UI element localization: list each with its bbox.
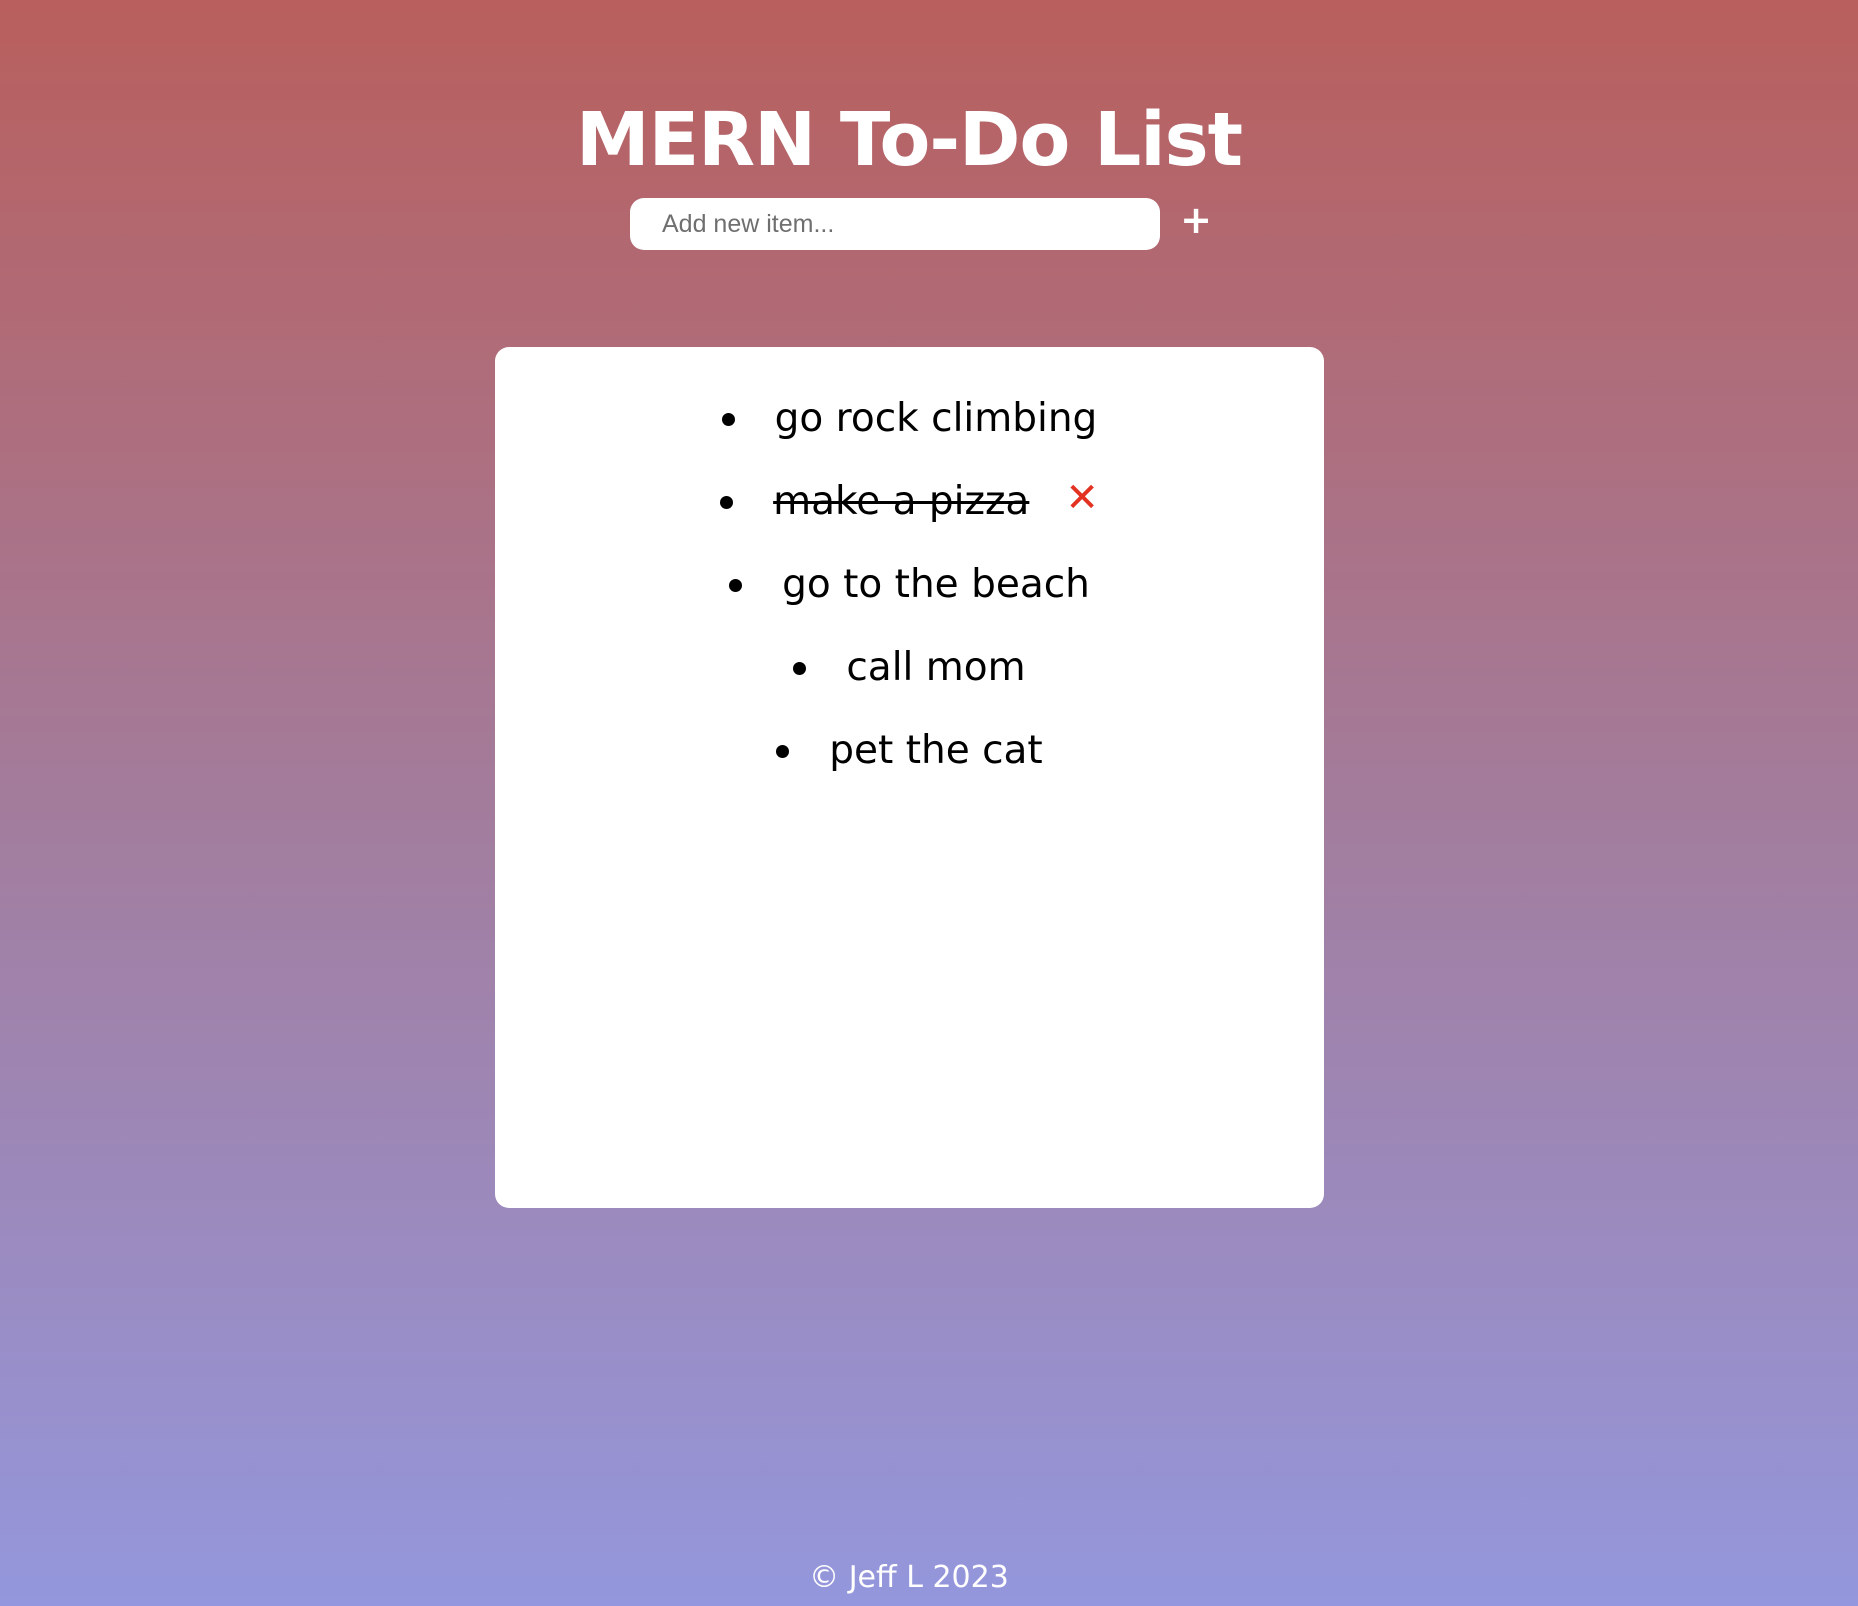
todo-item[interactable]: go rock climbing: [495, 391, 1324, 474]
close-icon[interactable]: ✕: [1065, 474, 1099, 522]
todo-item-text: go rock climbing: [774, 396, 1098, 441]
footer-copyright: © Jeff L 2023: [809, 1560, 1009, 1595]
add-item-button[interactable]: +: [1174, 198, 1218, 242]
todo-card: go rock climbing make a pizza ✕ go to th…: [495, 347, 1324, 1208]
todo-item-text: make a pizza: [773, 479, 1030, 524]
page-title: MERN To-Do List: [575, 96, 1243, 183]
todo-item-text: pet the cat: [829, 728, 1043, 773]
todo-item-text: call mom: [846, 645, 1026, 690]
todo-item[interactable]: call mom: [495, 640, 1324, 723]
bullet-icon: [793, 662, 807, 675]
add-item-form: +: [630, 198, 1230, 254]
todo-item[interactable]: pet the cat: [495, 723, 1324, 806]
bullet-icon: [721, 413, 735, 426]
todo-list: go rock climbing make a pizza ✕ go to th…: [495, 391, 1324, 806]
bullet-icon: [729, 579, 743, 592]
todo-item-text: go to the beach: [782, 562, 1090, 607]
todo-item[interactable]: go to the beach: [495, 557, 1324, 640]
new-item-input[interactable]: [630, 198, 1160, 250]
bullet-icon: [720, 496, 734, 509]
todo-item-done[interactable]: make a pizza ✕: [495, 474, 1324, 557]
bullet-icon: [776, 745, 790, 758]
